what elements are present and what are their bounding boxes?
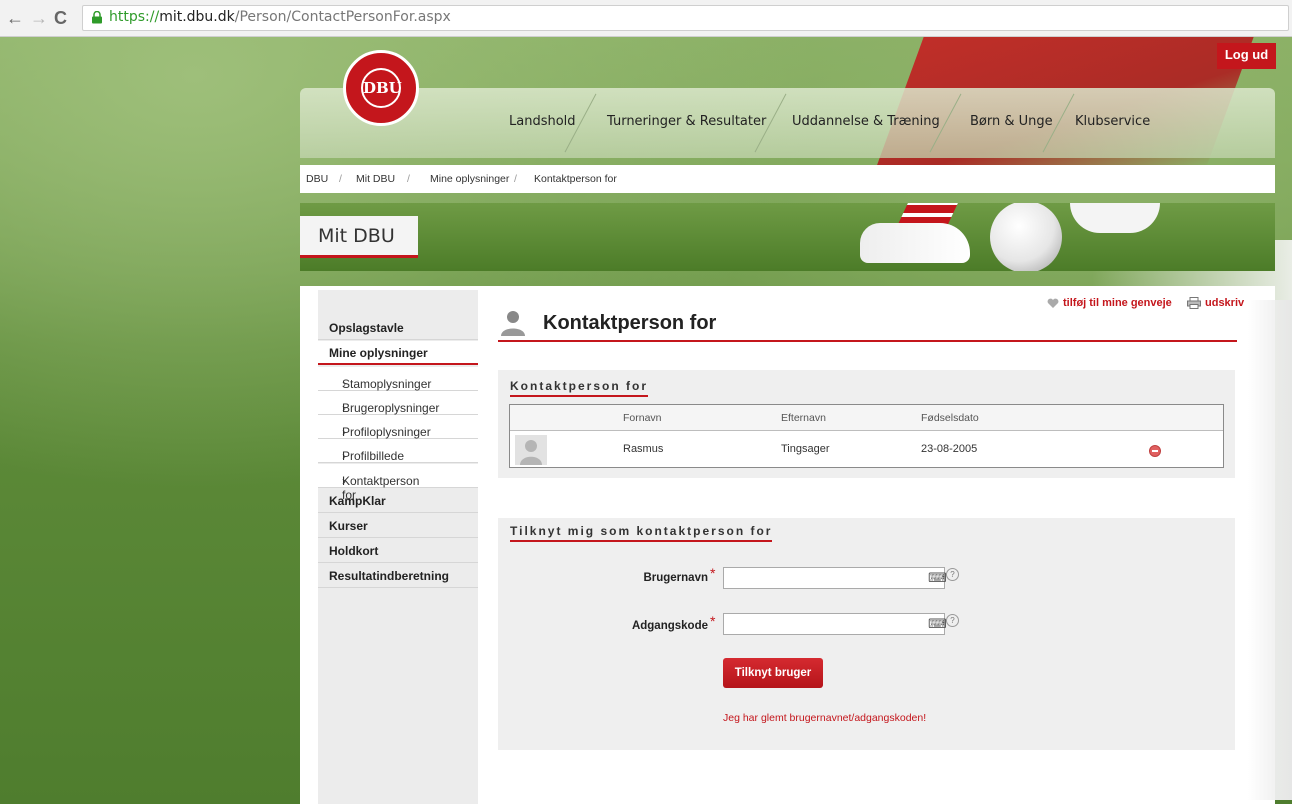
keyboard-icon[interactable]: ⌨: [928, 570, 947, 585]
banner-football-image: [990, 203, 1062, 271]
sidebar-item-mine-oplysninger[interactable]: Mine oplysninger: [318, 341, 478, 365]
link-user-button[interactable]: Tilknyt bruger: [723, 658, 823, 688]
help-icon[interactable]: ?: [946, 614, 959, 627]
sidebar-item-resultatindberetning[interactable]: Resultatindberetning: [318, 564, 478, 588]
cell-first-name: Rasmus: [623, 443, 664, 455]
breadcrumb-separator: /: [407, 173, 410, 185]
banner-boot-image: [860, 223, 970, 263]
forgot-credentials-link[interactable]: Jeg har glemt brugernavnet/adgangskoden!: [723, 712, 926, 724]
sidebar-item-kontaktperson-for[interactable]: › Kontaktperson for: [318, 464, 478, 502]
banner-boot-image: [1070, 203, 1160, 233]
password-input[interactable]: [723, 613, 945, 635]
url-text: https://mit.dbu.dk/Person/ContactPersonF…: [109, 9, 451, 25]
heart-icon: [1047, 298, 1059, 308]
printer-icon: [1187, 297, 1201, 309]
side-decoration: [1248, 300, 1292, 800]
section-banner: Mit DBU: [300, 203, 1275, 271]
username-label: Brugernavn: [643, 572, 708, 584]
table-header: Fornavn Efternavn Fødselsdato: [510, 405, 1223, 431]
print-link[interactable]: udskriv: [1205, 297, 1244, 309]
section-title: Tilknyt mig som kontaktperson for: [510, 524, 773, 542]
breadcrumb-item[interactable]: Mit DBU: [356, 173, 395, 185]
sidebar-item-kurser[interactable]: Kurser: [318, 514, 478, 538]
help-icon[interactable]: ?: [946, 568, 959, 581]
add-shortcut-link[interactable]: tilføj til mine genveje: [1063, 297, 1172, 309]
breadcrumb-separator: /: [339, 173, 342, 185]
logout-button[interactable]: Log ud: [1217, 43, 1276, 69]
breadcrumb-separator: /: [514, 173, 517, 185]
remove-icon[interactable]: [1149, 445, 1161, 457]
column-header: Efternavn: [781, 412, 826, 424]
back-icon[interactable]: ←: [6, 8, 24, 28]
required-marker: *: [710, 565, 716, 581]
breadcrumb-item[interactable]: Mine oplysninger: [430, 173, 509, 185]
logo-text: DBU: [361, 68, 402, 108]
person-icon: [501, 311, 525, 336]
sidebar-item-stamoplysninger[interactable]: › Stamoplysninger: [318, 367, 478, 391]
lock-icon: [92, 11, 102, 24]
sidebar-item-holdkort[interactable]: Holdkort: [318, 539, 478, 563]
password-label: Adgangskode: [631, 620, 708, 632]
sidebar-item-opslagstavle[interactable]: Opslagstavle: [318, 316, 478, 340]
nav-landshold[interactable]: Landshold: [509, 114, 576, 129]
forward-icon[interactable]: →: [30, 8, 48, 28]
contact-table: Fornavn Efternavn Fødselsdato Rasmus Tin…: [509, 404, 1224, 468]
dbu-logo[interactable]: DBU: [343, 50, 419, 126]
username-input[interactable]: [723, 567, 945, 589]
title-underline: [498, 340, 1237, 342]
required-marker: *: [710, 613, 716, 629]
sidebar-item-profilbillede[interactable]: › Profilbillede: [318, 439, 478, 463]
column-header: Fødselsdato: [921, 412, 979, 424]
page-title: Kontaktperson for: [543, 312, 717, 334]
breadcrumb-current: Kontaktperson for: [534, 173, 617, 185]
banner-title: Mit DBU: [300, 216, 418, 258]
reload-icon[interactable]: C: [54, 8, 67, 28]
browser-toolbar: ← → C https://mit.dbu.dk/Person/ContactP…: [0, 0, 1292, 37]
nav-klubservice[interactable]: Klubservice: [1075, 114, 1150, 129]
nav-boern-unge[interactable]: Børn & Unge: [970, 114, 1053, 129]
breadcrumb-item[interactable]: DBU: [306, 173, 328, 185]
nav-uddannelse[interactable]: Uddannelse & Træning: [792, 114, 940, 129]
sidebar-item-profiloplysninger[interactable]: › Profiloplysninger: [318, 415, 478, 439]
keyboard-icon[interactable]: ⌨: [928, 616, 947, 631]
address-bar[interactable]: https://mit.dbu.dk/Person/ContactPersonF…: [82, 5, 1289, 31]
nav-turneringer[interactable]: Turneringer & Resultater: [607, 114, 766, 129]
avatar: [515, 435, 547, 465]
cell-last-name: Tingsager: [781, 443, 830, 455]
sidebar-item-kampklar[interactable]: KampKlar: [318, 489, 478, 513]
sidebar-item-brugeroplysninger[interactable]: › Brugeroplysninger: [318, 391, 478, 415]
cell-birthdate: 23-08-2005: [921, 443, 978, 455]
breadcrumb: DBU / Mit DBU / Mine oplysninger / Konta…: [300, 165, 1275, 193]
column-header: Fornavn: [623, 412, 662, 424]
section-title: Kontaktperson for: [510, 379, 649, 397]
